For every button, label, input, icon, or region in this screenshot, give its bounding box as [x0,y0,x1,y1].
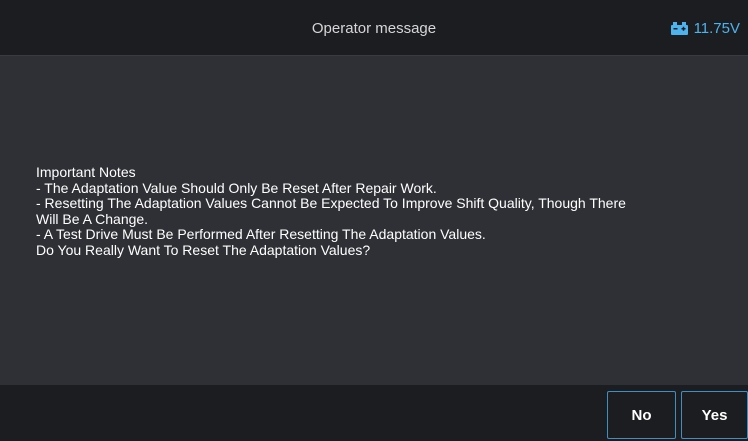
page-title: Operator message [311,20,437,37]
no-button[interactable]: No [607,391,676,439]
message-line: - A Test Drive Must Be Performed After R… [36,226,486,242]
yes-button[interactable]: Yes [681,391,748,439]
message-line: - The Adaptation Value Should Only Be Re… [36,179,437,196]
car-battery-icon [670,20,689,36]
operator-message-screen: Operator message 11.75V Important Notes … [0,0,748,441]
battery-voltage-indicator: 11.75V [670,0,740,56]
message-line: Will Be A Change. [36,210,149,227]
battery-voltage: 11.75V [693,19,740,37]
message-body: Important Notes - The Adaptation Value S… [36,164,726,258]
message-line: - Resetting The Adaptation Values Cannot… [36,195,626,211]
title-bar: Operator message 11.75V [0,0,748,56]
message-line: Do You Really Want To Reset The Adaptati… [36,241,371,258]
message-line: Important Notes [36,164,136,180]
